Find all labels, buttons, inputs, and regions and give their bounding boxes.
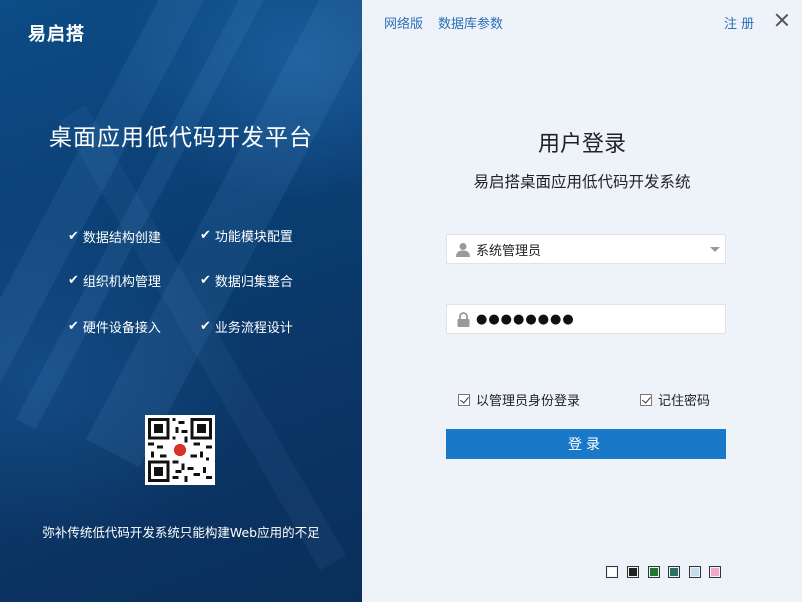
feature-item: ✔ 数据归集整合 <box>200 271 293 290</box>
swatch-fill <box>711 568 719 576</box>
swatch-fill <box>608 568 616 576</box>
feature-label: 业务流程设计 <box>214 321 293 336</box>
feature-item: ✔ 数据结构创建 <box>68 227 161 246</box>
swatch-fill <box>629 568 637 576</box>
feature-label: 数据归集整合 <box>214 275 293 290</box>
check-icon: ✔ <box>200 228 211 243</box>
register-link[interactable]: 注 册 <box>724 13 754 32</box>
lock-icon <box>454 310 472 328</box>
feature-item: ✔ 硬件设备接入 <box>68 317 161 336</box>
feature-item: ✔ 功能模块配置 <box>200 226 293 245</box>
remember-password-checkbox[interactable]: 记住密码 <box>640 390 710 409</box>
feature-item: ✔ 组织机构管理 <box>68 271 161 290</box>
swatch-fill <box>691 568 699 576</box>
db-params-link[interactable]: 数据库参数 <box>438 13 503 32</box>
feature-label: 硬件设备接入 <box>82 321 161 336</box>
check-icon: ✔ <box>68 319 79 334</box>
close-button[interactable] <box>774 12 790 28</box>
username-select[interactable]: 系统管理员 <box>446 234 726 264</box>
qr-code-icon <box>145 415 215 485</box>
login-as-admin-checkbox[interactable]: 以管理员身份登录 <box>458 390 580 409</box>
feature-item: ✔ 业务流程设计 <box>200 317 293 336</box>
chevron-down-icon[interactable] <box>710 246 720 252</box>
theme-swatch-white[interactable] <box>606 566 618 578</box>
login-button[interactable]: 登录 <box>446 429 726 459</box>
login-subtitle: 易启搭桌面应用低代码开发系统 <box>473 173 691 191</box>
check-icon: ✔ <box>200 319 211 334</box>
check-icon: ✔ <box>68 273 79 288</box>
feature-label: 功能模块配置 <box>214 230 293 245</box>
theme-swatch-green[interactable] <box>648 566 660 578</box>
user-icon <box>454 240 472 258</box>
checkbox-label: 以管理员身份登录 <box>476 394 581 409</box>
password-field[interactable]: ●●●●●●●● <box>446 304 726 334</box>
checkbox-label: 记住密码 <box>658 394 711 409</box>
brand-panel: 易启搭 桌面应用低代码开发平台 ✔ 数据结构创建 ✔ 功能模块配置 ✔ 组织机构… <box>0 0 362 602</box>
theme-swatch-teal[interactable] <box>668 566 680 578</box>
slogan-text: 弥补传统低代码开发系统只能构建Web应用的不足 <box>42 525 320 540</box>
app-logo: 易启搭 <box>28 24 85 45</box>
checkbox-checked-icon[interactable] <box>640 393 652 406</box>
check-icon: ✔ <box>68 229 79 244</box>
theme-swatch-black[interactable] <box>627 566 639 578</box>
check-icon: ✔ <box>200 273 211 288</box>
swatch-fill <box>650 568 658 576</box>
password-value: ●●●●●●●● <box>476 311 575 327</box>
theme-swatch-lightblue[interactable] <box>689 566 701 578</box>
checkbox-checked-icon[interactable] <box>458 393 470 406</box>
swatch-fill <box>670 568 678 576</box>
feature-label: 组织机构管理 <box>82 275 161 290</box>
login-panel: 网络版 数据库参数 注 册 用户登录 易启搭桌面应用低代码开发系统 系统管理员 … <box>362 0 802 602</box>
theme-swatch-pink[interactable] <box>709 566 721 578</box>
login-title: 用户登录 <box>537 132 626 157</box>
web-version-link[interactable]: 网络版 <box>384 13 423 32</box>
username-value: 系统管理员 <box>476 243 542 259</box>
platform-title: 桌面应用低代码开发平台 <box>49 125 313 151</box>
feature-label: 数据结构创建 <box>82 231 161 246</box>
